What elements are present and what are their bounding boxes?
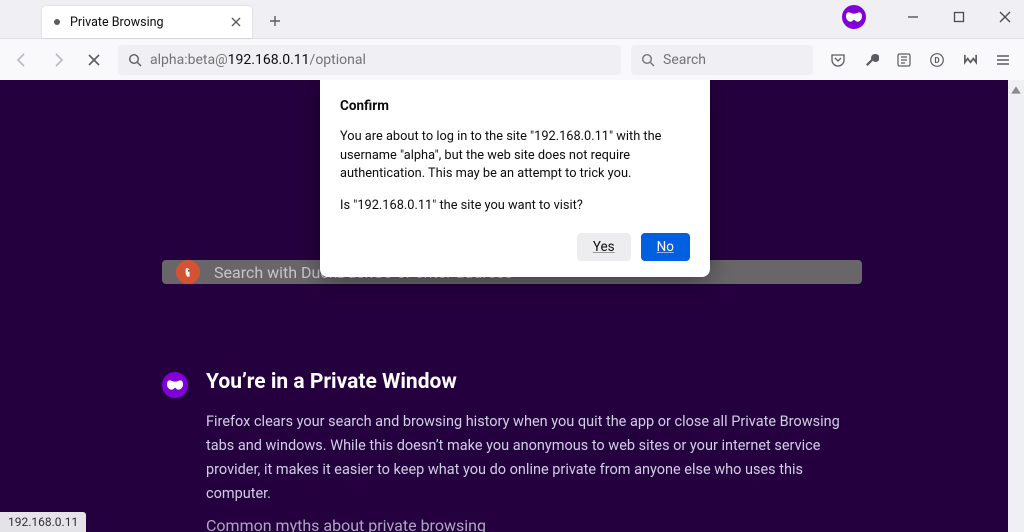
private-body: Firefox clears your search and browsing …	[206, 410, 862, 506]
status-bar: 192.168.0.11	[0, 512, 86, 532]
search-placeholder: Search	[663, 52, 706, 68]
private-browsing-badge	[842, 5, 866, 29]
pocket-button[interactable]	[823, 45, 853, 75]
app-menu-button[interactable]	[988, 45, 1018, 75]
svg-text:D: D	[934, 56, 939, 65]
dialog-no-button[interactable]: No	[641, 233, 690, 261]
stop-button[interactable]	[78, 44, 110, 76]
devtools-button[interactable]	[856, 45, 886, 75]
url-prefix: alpha:beta@	[150, 52, 228, 68]
confirm-dialog: Confirm You are about to log in to the s…	[320, 80, 710, 277]
search-icon	[641, 53, 655, 67]
dialog-body: You are about to log in to the site "192…	[340, 128, 690, 184]
dialog-yes-button[interactable]: Yes	[577, 233, 631, 261]
tab-title: Private Browsing	[70, 15, 228, 30]
status-text: 192.168.0.11	[8, 515, 78, 529]
extension-w-button[interactable]	[955, 45, 985, 75]
scroll-up-arrow[interactable]	[1010, 84, 1022, 96]
window-minimize-button[interactable]	[900, 4, 926, 30]
new-tab-button[interactable]	[260, 6, 290, 36]
duckduckgo-icon	[176, 260, 200, 284]
back-button[interactable]	[6, 44, 38, 76]
forward-button[interactable]	[42, 44, 74, 76]
url-suffix: /optional	[310, 52, 366, 68]
browser-tab[interactable]: Private Browsing	[42, 6, 252, 38]
window-close-button[interactable]	[992, 4, 1018, 30]
vertical-scrollbar[interactable]	[1008, 80, 1024, 532]
dialog-question: Is "192.168.0.11" the site you want to v…	[340, 198, 690, 213]
search-bar[interactable]: Search	[631, 45, 813, 75]
private-mask-icon	[162, 372, 188, 398]
url-host: 192.168.0.11	[228, 52, 310, 68]
private-myths-link[interactable]: Common myths about private browsing	[206, 516, 486, 532]
url-bar[interactable]: alpha:beta@192.168.0.11/optional	[118, 45, 621, 75]
window-maximize-button[interactable]	[946, 4, 972, 30]
tab-loading-dot	[54, 19, 60, 25]
nav-toolbar: alpha:beta@192.168.0.11/optional Search …	[0, 38, 1024, 80]
content-area: Search with DuckDuckGo or enter address …	[0, 80, 1024, 532]
dialog-title: Confirm	[340, 98, 690, 114]
private-heading: You’re in a Private Window	[206, 370, 862, 394]
tab-close-button[interactable]	[228, 14, 244, 30]
titlebar: Private Browsing	[0, 0, 1024, 38]
extension-d-button[interactable]: D	[922, 45, 952, 75]
reader-button[interactable]	[889, 45, 919, 75]
search-icon	[128, 53, 142, 67]
